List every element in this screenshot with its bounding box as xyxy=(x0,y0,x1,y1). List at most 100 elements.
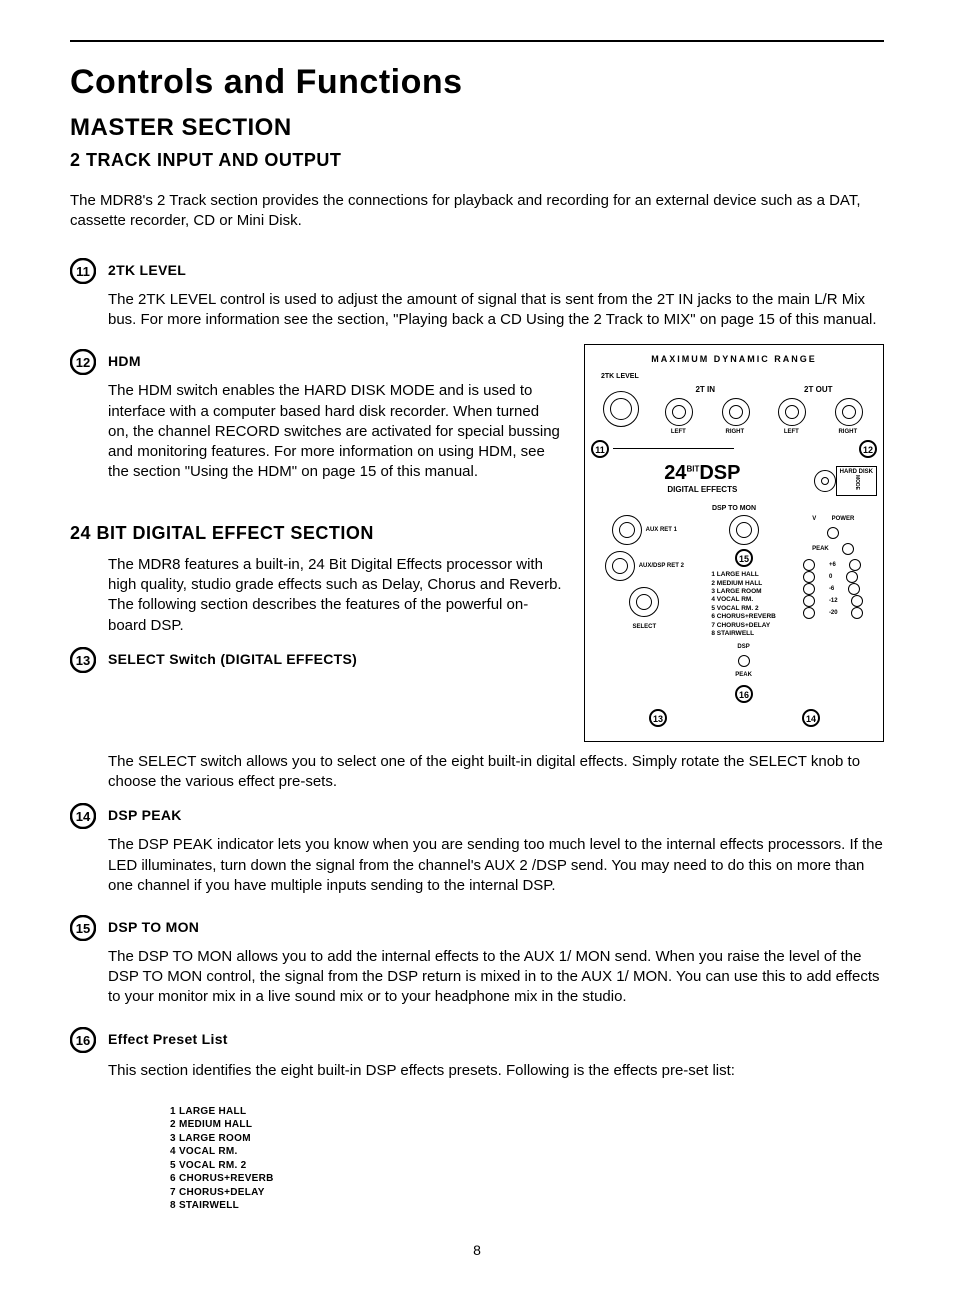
mini-badge-14-icon: 14 xyxy=(802,709,820,727)
svg-text:15: 15 xyxy=(739,554,749,564)
preset-item: 3 LARGE ROOM xyxy=(170,1132,884,1146)
page-title: Controls and Functions xyxy=(70,60,884,106)
badge-16-icon: 16 xyxy=(70,1027,96,1053)
digital-intro: The MDR8 features a built-in, 24 Bit Dig… xyxy=(108,555,564,636)
meter-row: -6 xyxy=(803,583,863,595)
svg-text:15: 15 xyxy=(76,921,90,936)
mini-badge-13-icon: 13 xyxy=(649,709,667,727)
badge-15-icon: 15 xyxy=(70,915,96,941)
led-icon xyxy=(803,607,815,619)
mini-badge-15-icon: 15 xyxy=(735,549,753,567)
diagram-preset-item: 5 VOCAL RM. 2 xyxy=(711,605,775,613)
dsp-logo: 24BITDSP xyxy=(664,462,740,484)
body-13: The SELECT switch allows you to select o… xyxy=(108,752,884,793)
badge-13-icon: 13 xyxy=(70,647,96,673)
diagram-2tk-level: 2TK LEVEL xyxy=(601,372,877,381)
effect-preset-list: 1 LARGE HALL2 MEDIUM HALL3 LARGE ROOM4 V… xyxy=(170,1105,884,1213)
meter-row: -12 xyxy=(803,595,863,607)
label-11: 2TK LEVEL xyxy=(108,261,884,280)
preset-item: 1 LARGE HALL xyxy=(170,1105,884,1119)
mini-badge-12-icon: 12 xyxy=(859,440,877,458)
mini-badge-16-icon: 16 xyxy=(735,685,753,703)
diagram-right: RIGHT xyxy=(838,428,857,436)
preset-item: 5 VOCAL RM. 2 xyxy=(170,1159,884,1173)
jack-icon xyxy=(835,398,863,426)
diagram-preset-item: 6 CHORUS+REVERB xyxy=(711,613,775,621)
section-13: 13 SELECT Switch (DIGITAL EFFECTS) xyxy=(70,650,564,679)
led-icon xyxy=(803,583,815,595)
preset-item: 8 STAIRWELL xyxy=(170,1199,884,1213)
meter-value: -12 xyxy=(829,597,838,605)
body-15: The DSP TO MON allows you to add the int… xyxy=(108,947,884,1008)
diagram-left: LEFT xyxy=(671,428,686,436)
page-number: 8 xyxy=(70,1241,884,1260)
svg-text:12: 12 xyxy=(76,355,90,370)
section-12: 12 HDM The HDM switch enables the HARD D… xyxy=(70,352,564,496)
led-icon xyxy=(851,607,863,619)
section-15: 15 DSP TO MON The DSP TO MON allows you … xyxy=(70,918,884,1022)
peak-small: PEAK xyxy=(812,545,829,553)
dsp-to-mon-label: DSP TO MON xyxy=(591,504,877,513)
meter-value: 0 xyxy=(829,573,832,581)
led-icon xyxy=(851,595,863,607)
led-icon xyxy=(849,559,861,571)
two-track-heading: 2 TRACK INPUT AND OUTPUT xyxy=(70,148,884,172)
svg-text:16: 16 xyxy=(76,1033,90,1048)
knob-select-icon xyxy=(629,587,659,617)
diagram-preset-item: 4 VOCAL RM. xyxy=(711,596,775,604)
body-12: The HDM switch enables the HARD DISK MOD… xyxy=(108,381,564,482)
led-icon xyxy=(842,543,854,555)
label-16: Effect Preset List xyxy=(108,1030,884,1049)
meter-value: -6 xyxy=(829,585,834,593)
diagram-2t-in: 2T IN xyxy=(695,385,715,396)
knob-dsptomon-icon xyxy=(729,515,759,545)
diagram-preset-item: 7 CHORUS+DELAY xyxy=(711,622,775,630)
meter-row: -20 xyxy=(803,607,863,619)
meter-row: +6 xyxy=(803,559,863,571)
diagram-left: LEFT xyxy=(784,428,799,436)
diagram-preset-item: 2 MEDIUM HALL xyxy=(711,580,775,588)
svg-text:11: 11 xyxy=(76,264,90,279)
meter-row: 0 xyxy=(803,571,863,583)
label-13: SELECT Switch (DIGITAL EFFECTS) xyxy=(108,650,564,669)
svg-text:12: 12 xyxy=(863,445,873,455)
dsp-label: DSP xyxy=(737,643,749,651)
preset-item: 4 VOCAL RM. xyxy=(170,1145,884,1159)
aux2-label: AUX/DSP RET 2 xyxy=(639,562,684,570)
led-dsp-peak-icon xyxy=(738,655,750,667)
hdm-switch-icon xyxy=(814,470,836,492)
preset-item: 7 CHORUS+DELAY xyxy=(170,1186,884,1200)
knob-aux2-icon xyxy=(605,551,635,581)
section-14: 14 DSP PEAK The DSP PEAK indicator lets … xyxy=(70,806,884,910)
diagram-preset-item: 1 LARGE HALL xyxy=(711,571,775,579)
led-icon xyxy=(803,595,815,607)
badge-12-icon: 12 xyxy=(70,349,96,375)
top-rule xyxy=(70,40,884,42)
diagram-preset-item: 3 LARGE ROOM xyxy=(711,588,775,596)
label-14: DSP PEAK xyxy=(108,806,884,825)
aux1-label: AUX RET 1 xyxy=(646,526,677,534)
led-icon xyxy=(846,571,858,583)
diagram-preset-list: 1 LARGE HALL2 MEDIUM HALL3 LARGE ROOM4 V… xyxy=(711,571,775,639)
digital-effect-heading: 24 BIT DIGITAL EFFECT SECTION xyxy=(70,521,564,545)
section-11: 11 2TK LEVEL The 2TK LEVEL control is us… xyxy=(70,261,884,344)
diagram-2t-out: 2T OUT xyxy=(804,385,832,396)
v-label: V xyxy=(812,515,816,523)
panel-diagram: MAXIMUM DYNAMIC RANGE 2TK LEVEL 2T IN 2T… xyxy=(584,344,884,741)
intro-paragraph: The MDR8's 2 Track section provides the … xyxy=(70,191,884,232)
badge-14-icon: 14 xyxy=(70,803,96,829)
led-icon xyxy=(803,559,815,571)
jack-icon xyxy=(722,398,750,426)
jack-icon xyxy=(778,398,806,426)
knob-aux1-icon xyxy=(612,515,642,545)
label-15: DSP TO MON xyxy=(108,918,884,937)
mini-badge-11-icon: 11 xyxy=(591,440,609,458)
meter-column: V POWER PEAK +6 0 -6 -12 -20 xyxy=(803,515,863,619)
body-11: The 2TK LEVEL control is used to adjust … xyxy=(108,290,884,331)
diagram-preset-item: 8 STAIRWELL xyxy=(711,630,775,638)
peak-label: PEAK xyxy=(735,671,752,679)
preset-item: 6 CHORUS+REVERB xyxy=(170,1172,884,1186)
led-icon xyxy=(827,527,839,539)
svg-text:11: 11 xyxy=(595,445,605,455)
hard-disk-box: HARD DISKMODE xyxy=(836,466,877,496)
